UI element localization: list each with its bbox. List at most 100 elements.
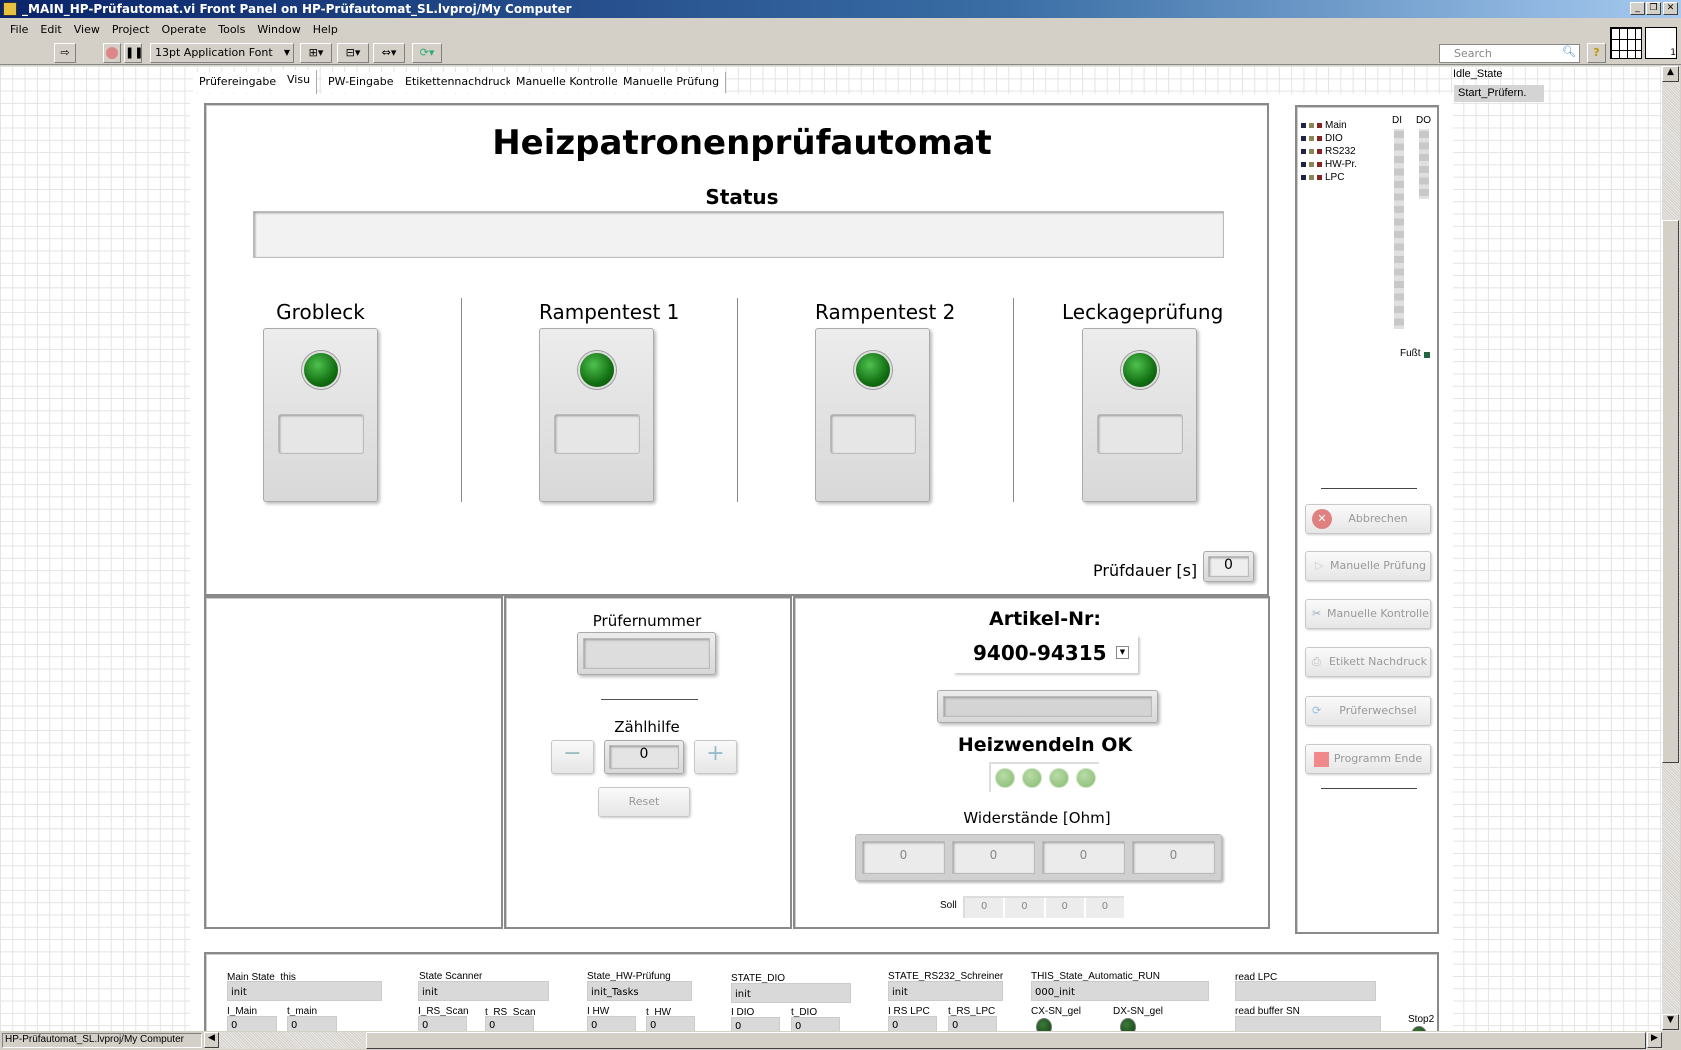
pruefernummer-input[interactable] — [577, 632, 716, 675]
stage-result-display — [554, 414, 640, 454]
horizontal-scrollbar[interactable]: ◀ ▶ — [204, 1032, 1662, 1049]
t-rs-lpc-value: 0 — [948, 1016, 997, 1031]
menu-help[interactable]: Help — [307, 23, 344, 36]
artikel-value: 9400-94315 — [973, 641, 1107, 665]
pause-icon[interactable]: ❚❚ — [124, 43, 143, 63]
distribute-objects-icon[interactable]: ⊟▾ — [337, 43, 369, 63]
search-input[interactable]: Search 🔍︎ — [1439, 44, 1580, 63]
widerstand-value: 0 — [862, 841, 945, 874]
soll-value: 0 — [1005, 898, 1044, 918]
tab-pruefereingabe[interactable]: Prüfereingabe — [193, 72, 284, 93]
heizwendel-led — [995, 768, 1015, 788]
stage-indicator-panel — [1082, 328, 1197, 502]
legend-item-dio: DIO — [1301, 132, 1357, 145]
resize-objects-icon[interactable]: ⇔▾ — [373, 43, 405, 63]
tab-visu[interactable]: Visu — [281, 70, 318, 94]
tab-manuelle-kontrolle[interactable]: Manuelle Kontrolle — [510, 72, 625, 93]
pruefernummer-label: Prüfernummer — [592, 612, 702, 630]
reset-button[interactable]: Reset — [598, 787, 690, 817]
search-placeholder: Search — [1454, 47, 1492, 60]
t-dio-value: 0 — [791, 1017, 840, 1031]
minimize-button[interactable]: _ — [1630, 2, 1645, 15]
menu-window[interactable]: Window — [251, 23, 306, 36]
tab-manuelle-pruefung[interactable]: Manuelle Prüfung — [617, 72, 727, 93]
vertical-scroll-thumb[interactable] — [1662, 220, 1679, 763]
menu-project[interactable]: Project — [106, 23, 156, 36]
legend-item-rs232: RS232 — [1301, 145, 1357, 158]
heizwendel-led — [1076, 768, 1096, 788]
increment-button[interactable]: + — [694, 740, 737, 774]
legend-item-hw: HW-Pr. — [1301, 158, 1357, 171]
abort-icon[interactable] — [103, 43, 121, 63]
artikel-label: Artikel-Nr: — [989, 608, 1101, 630]
zaehlhilfe-label: Zählhilfe — [614, 718, 680, 736]
i-main-value: 0 — [227, 1016, 277, 1031]
lower-right-panel: Artikel-Nr: 9400-94315 ▼ Heizwendeln OK … — [793, 596, 1270, 929]
manuelle-kontrolle-button[interactable]: ✂ Manuelle Kontrolle — [1305, 599, 1431, 629]
do-label: DO — [1416, 115, 1431, 126]
menu-operate[interactable]: Operate — [155, 23, 212, 36]
tab-pw-eingabe[interactable]: PW-Eingabe — [322, 72, 401, 93]
zaehlhilfe-field[interactable]: 0 — [604, 740, 684, 774]
stop2-label: Stop2 — [1408, 1014, 1435, 1025]
scroll-right-icon[interactable]: ▶ — [1647, 1032, 1662, 1048]
state-dio-value: init — [731, 983, 851, 1003]
manuelle-pruefung-button[interactable]: ▷ Manuelle Prüfung — [1305, 551, 1431, 581]
soll-value: 0 — [1045, 898, 1084, 918]
printer-icon: ⎙ — [1312, 655, 1321, 668]
scroll-down-icon[interactable]: ▼ — [1662, 1014, 1679, 1030]
t-rs-scan-value: 0 — [485, 1016, 534, 1031]
scroll-up-icon[interactable]: ▲ — [1662, 66, 1679, 82]
vi-icon[interactable]: 1 — [1645, 27, 1677, 59]
help-icon[interactable]: ? — [1587, 43, 1606, 63]
tab-etikettennachdruck[interactable]: Etikettennachdruck — [399, 72, 520, 93]
read-lpc-value — [1235, 981, 1376, 1001]
run-arrow-icon[interactable]: ⇨ — [54, 43, 76, 63]
stage-label: Rampentest 1 — [539, 300, 680, 324]
window-title: _MAIN_HP-Prüfautomat.vi Front Panel on H… — [22, 2, 572, 16]
dropdown-arrow-icon[interactable]: ▼ — [1116, 646, 1129, 659]
abbrechen-button[interactable]: ✕ Abbrechen — [1305, 504, 1431, 534]
stage-led — [578, 351, 616, 389]
stage-label: Rampentest 2 — [815, 300, 956, 324]
programm-ende-button[interactable]: Programm Ende — [1305, 744, 1431, 774]
menu-view[interactable]: View — [68, 23, 106, 36]
stage-rampentest-2: Rampentest 2 — [815, 300, 956, 502]
state-hw-value: init_Tasks — [587, 981, 692, 1001]
di-label: DI — [1392, 115, 1402, 126]
vertical-scrollbar[interactable]: ▲ ▼ — [1662, 66, 1680, 1031]
stage-indicator-panel — [263, 328, 378, 502]
scroll-left-icon[interactable]: ◀ — [204, 1032, 219, 1048]
menu-tools[interactable]: Tools — [212, 23, 251, 36]
cx-sn-label: CX-SN_gel — [1031, 1006, 1082, 1017]
maximize-button[interactable]: ❐ — [1646, 2, 1661, 15]
align-objects-icon[interactable]: ⊞▾ — [300, 43, 332, 63]
font-dropdown[interactable]: 13pt Application Font ▼ — [150, 43, 294, 63]
fusst-led — [1424, 352, 1430, 358]
front-panel-canvas: Prüfereingabe Visu PW-Eingabe Etikettenn… — [0, 66, 1662, 1031]
menu-edit[interactable]: Edit — [34, 23, 67, 36]
artikel-text-indicator — [937, 690, 1158, 723]
state-automatic-value: 000_init — [1031, 981, 1209, 1001]
connector-pane-icon[interactable] — [1610, 27, 1642, 59]
tools-icon: ✂ — [1312, 607, 1322, 620]
divider — [1013, 298, 1014, 502]
prueferwechsel-button[interactable]: ⟳ Prüferwechsel — [1305, 696, 1431, 726]
menu-file[interactable]: File — [4, 23, 34, 36]
divider — [461, 298, 462, 502]
i-hw-value: 0 — [587, 1016, 636, 1031]
artikel-combobox[interactable]: 9400-94315 ▼ — [953, 635, 1138, 673]
i-dio-value: 0 — [731, 1017, 780, 1031]
cancel-icon: ✕ — [1312, 509, 1332, 529]
fusst-label: Fußt — [1400, 348, 1421, 359]
i-rs-lpc-value: 0 — [888, 1016, 937, 1031]
decrement-button[interactable]: − — [551, 740, 594, 774]
reorder-icon[interactable]: ⟳▾ — [412, 43, 442, 63]
horizontal-scroll-thumb[interactable] — [366, 1032, 1646, 1049]
heizwendel-led — [1049, 768, 1069, 788]
etikett-nachdruck-button[interactable]: ⎙ Etikett Nachdruck — [1305, 647, 1431, 677]
search-icon: 🔍︎ — [1562, 45, 1576, 58]
heizwendeln-label: Heizwendeln OK — [957, 734, 1133, 756]
close-button[interactable]: ✕ — [1663, 2, 1678, 15]
dx-sn-led — [1120, 1018, 1136, 1031]
